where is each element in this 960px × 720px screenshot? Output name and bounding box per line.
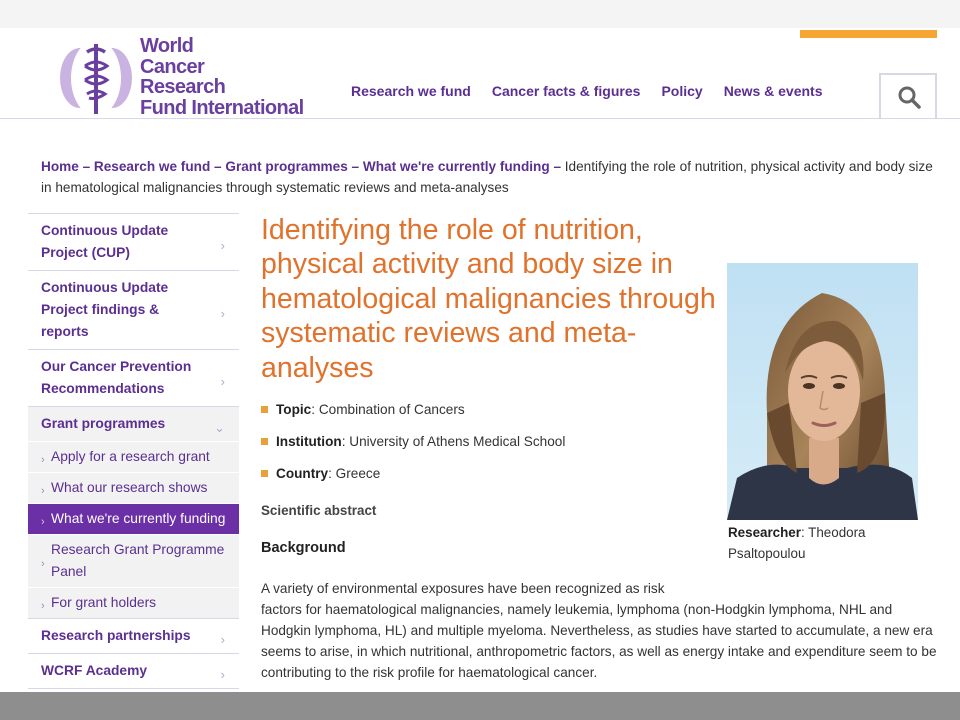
bullet-icon [261,470,268,477]
breadcrumb-separator: – [214,159,226,174]
wcrf-logo[interactable]: World Cancer Research Fund International [56,36,326,120]
sidebar-subitem-research-shows[interactable]: › What our research shows [28,472,239,503]
sidebar-subitem-label: Apply for a research grant [51,449,210,464]
abstract-heading: Scientific abstract [261,503,377,518]
sidebar-item-label: Research partnerships [41,628,191,643]
researcher-caption: Researcher: Theodora Psaltopoulou [728,522,928,564]
page: World Cancer Research Fund International… [0,0,960,720]
sidebar-item-label: Grant programmes [41,416,166,431]
sidebar-subitem-label: What we're currently funding [51,511,226,526]
sidebar-item-grant-programmes[interactable]: Grant programmes ⌄ [28,406,239,441]
main-nav: Research we fund Cancer facts & figures … [351,83,844,99]
chevron-right-icon: › [41,558,45,570]
nav-research-we-fund[interactable]: Research we fund [351,83,471,99]
meta-colon: : [311,402,319,417]
meta-institution: Institution: University of Athens Medica… [261,432,711,452]
logo-text: World Cancer Research Fund International [140,36,304,118]
meta-topic: Topic: Combination of Cancers [261,400,711,420]
meta-colon: : [328,466,336,481]
researcher-portrait [727,263,918,520]
chevron-right-icon: › [220,374,225,389]
nav-cancer-facts[interactable]: Cancer facts & figures [492,83,641,99]
logo-emblem-icon [60,40,132,116]
researcher-label: Researcher [728,525,801,540]
breadcrumb-home[interactable]: Home [41,159,79,174]
accent-bar [800,30,937,38]
meta-label: Institution [276,434,342,449]
sidebar-item-recommendations[interactable]: Our Cancer Prevention Recommendations › [28,349,239,406]
meta-value: University of Athens Medical School [349,434,566,449]
meta-label: Country [276,466,329,481]
breadcrumb-separator: – [351,159,363,174]
meta-value: Greece [335,466,381,481]
sidebar-item-cup-findings[interactable]: Continuous Update Project findings & rep… [28,270,239,349]
page-title: Identifying the role of nutrition, physi… [261,214,716,384]
abstract-paragraph: factors for haematological malignancies,… [261,602,937,680]
logo-line: Research [140,76,226,98]
project-meta: Topic: Combination of Cancers Institutio… [261,400,711,496]
sidebar-subitem-apply[interactable]: › Apply for a research grant [28,441,239,472]
sidebar-subitem-label: What our research shows [51,480,208,495]
header-divider [0,118,960,119]
sidebar-subitem-label: For grant holders [51,595,157,610]
top-strip [0,0,960,28]
search-icon [898,86,921,109]
logo-line: Cancer [140,55,205,78]
bullet-icon [261,406,268,413]
nav-news-events[interactable]: News & events [724,83,823,99]
researcher-photo [727,263,918,520]
background-heading: Background [261,540,346,556]
nav-policy[interactable]: Policy [661,83,702,99]
sidebar-subitem-panel[interactable]: › Research Grant Programme Panel [28,534,239,587]
breadcrumb-currently-funding[interactable]: What we're currently funding [363,159,550,174]
logo-line: World [140,35,194,57]
sidebar-item-academy[interactable]: WCRF Academy › [28,653,239,688]
breadcrumb-separator: – [82,159,94,174]
meta-label: Topic [276,402,312,417]
sidebar-subitem-grant-holders[interactable]: › For grant holders [28,587,239,618]
meta-value: Combination of Cancers [318,402,465,417]
sidebar-divider [28,688,239,689]
sidebar-item-label: Our Cancer Prevention Recommendations [41,359,192,396]
sidebar-subitem-currently-funding[interactable]: › What we're currently funding [28,503,239,534]
chevron-right-icon: › [41,485,45,497]
sidebar: Continuous Update Project (CUP) › Contin… [28,213,239,689]
breadcrumb-research-we-fund[interactable]: Research we fund [94,159,210,174]
breadcrumb: Home – Research we fund – Grant programm… [41,156,941,198]
meta-country: Country: Greece [261,464,711,484]
sidebar-item-label: Continuous Update Project (CUP) [41,223,169,260]
chevron-right-icon: › [41,516,45,528]
chevron-right-icon: › [41,454,45,466]
sidebar-subitem-label: Research Grant Programme Panel [51,542,225,579]
chevron-right-icon: › [41,600,45,612]
bullet-icon [261,438,268,445]
sidebar-item-label: Continuous Update Project findings & rep… [41,280,169,339]
abstract-line: A variety of environmental exposures hav… [261,581,665,596]
chevron-down-icon: ⌄ [214,420,225,435]
breadcrumb-grant-programmes[interactable]: Grant programmes [225,159,347,174]
chevron-right-icon: › [220,306,225,321]
chevron-right-icon: › [220,632,225,647]
search-button[interactable] [879,73,937,119]
sidebar-item-cup[interactable]: Continuous Update Project (CUP) › [28,213,239,270]
breadcrumb-separator: – [553,159,565,174]
chevron-right-icon: › [220,238,225,253]
footer-bar [0,692,960,720]
chevron-right-icon: › [220,667,225,682]
sidebar-item-partnerships[interactable]: Research partnerships › [28,618,239,653]
logo-line: Fund International [140,96,304,119]
abstract-body: A variety of environmental exposures hav… [261,578,941,683]
sidebar-item-label: WCRF Academy [41,663,148,678]
